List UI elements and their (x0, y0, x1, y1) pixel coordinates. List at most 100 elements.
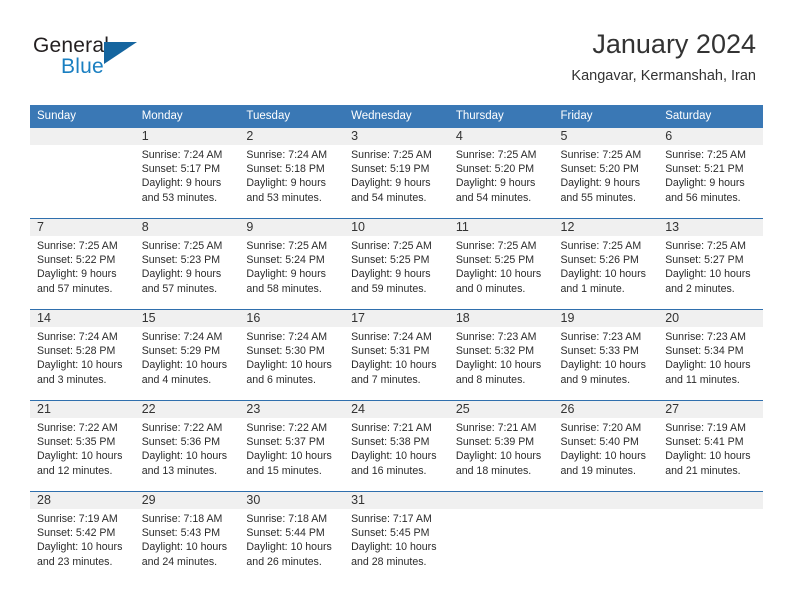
daylight-text-line1: Daylight: 10 hours (351, 541, 437, 554)
calendar-cell[interactable]: 1 Sunrise: 7:24 AM Sunset: 5:17 PM Daylight… (134, 128, 240, 219)
daylight-text-line2: and 21 minutes. (665, 464, 741, 477)
daylight-text-line2: and 59 minutes. (351, 282, 427, 295)
daylight-text-line1: Daylight: 10 hours (665, 268, 751, 281)
daylight-text-line2: and 11 minutes. (665, 373, 740, 386)
sunset-text: Sunset: 5:40 PM (560, 436, 639, 449)
daylight-text-line1: Daylight: 10 hours (560, 268, 646, 281)
calendar-cell[interactable]: 19 Sunrise: 7:23 AM Sunset: 5:33 PM Dayligh… (553, 309, 659, 401)
day-cell: 26 Sunrise: 7:20 AM Sunset: 5:40 PM Dayligh… (553, 401, 659, 491)
sunrise-text: Sunrise: 7:25 AM (665, 149, 746, 161)
day-number: 4 (448, 128, 554, 145)
day-details: Sunrise: 7:22 AM Sunset: 5:37 PM Daylight:… (239, 418, 344, 478)
calendar-cell[interactable]: 8 Sunrise: 7:25 AM Sunset: 5:23 PM Daylight… (134, 218, 240, 310)
calendar-cell[interactable]: 29 Sunrise: 7:18 AM Sunset: 5:43 PM Dayligh… (134, 491, 240, 582)
weekday-header-saturday: Saturday (658, 105, 763, 128)
calendar-cell[interactable]: 26 Sunrise: 7:20 AM Sunset: 5:40 PM Dayligh… (553, 400, 659, 492)
sunrise-text: Sunrise: 7:23 AM (455, 331, 537, 343)
daylight-text-line2: and 2 minutes. (665, 282, 735, 295)
daylight-text-line1: Daylight: 9 hours (246, 268, 326, 281)
calendar-cell[interactable]: 10 Sunrise: 7:25 AM Sunset: 5:25 PM Dayligh… (344, 218, 449, 310)
day-number: 3 (344, 128, 449, 145)
daylight-text-line2: and 53 minutes. (246, 191, 322, 204)
calendar-cell[interactable]: 15 Sunrise: 7:24 AM Sunset: 5:29 PM Dayligh… (134, 309, 240, 401)
day-number: 9 (239, 219, 345, 236)
daylight-text-line1: Daylight: 10 hours (560, 359, 646, 372)
calendar-cell[interactable]: 16 Sunrise: 7:24 AM Sunset: 5:30 PM Dayligh… (239, 309, 345, 401)
calendar-cell[interactable]: 6 Sunrise: 7:25 AM Sunset: 5:21 PM Daylight… (658, 128, 763, 219)
sunrise-text: Sunrise: 7:18 AM (141, 513, 223, 525)
sunset-text: Sunset: 5:20 PM (560, 163, 639, 176)
weekday-header-thursday: Thursday (448, 105, 554, 128)
daylight-text-line2: and 26 minutes. (246, 555, 322, 568)
daylight-text-line2: and 23 minutes. (37, 555, 113, 568)
daylight-text-line2: and 18 minutes. (455, 464, 532, 477)
day-number: 15 (134, 310, 240, 327)
sunrise-text: Sunrise: 7:25 AM (455, 149, 537, 161)
day-cell: 16 Sunrise: 7:24 AM Sunset: 5:30 PM Dayligh… (239, 310, 345, 400)
day-details: Sunrise: 7:25 AM Sunset: 5:20 PM Daylight:… (554, 145, 659, 205)
day-details: Sunrise: 7:19 AM Sunset: 5:42 PM Daylight:… (30, 509, 135, 569)
day-details: Sunrise: 7:25 AM Sunset: 5:24 PM Daylight:… (239, 236, 344, 296)
day-cell: 4 Sunrise: 7:25 AM Sunset: 5:20 PM Daylight… (448, 128, 554, 218)
daylight-text-line2: and 56 minutes. (665, 191, 741, 204)
calendar-cell[interactable]: 12 Sunrise: 7:25 AM Sunset: 5:26 PM Dayligh… (553, 218, 659, 310)
day-details: Sunrise: 7:21 AM Sunset: 5:38 PM Daylight:… (344, 418, 449, 478)
daylight-text-line2: and 57 minutes. (141, 282, 218, 295)
calendar-cell[interactable]: 21 Sunrise: 7:22 AM Sunset: 5:35 PM Dayligh… (30, 400, 135, 492)
calendar-cell[interactable]: 3 Sunrise: 7:25 AM Sunset: 5:19 PM Daylight… (344, 128, 449, 219)
calendar-cell[interactable]: 13 Sunrise: 7:25 AM Sunset: 5:27 PM Dayligh… (658, 218, 763, 310)
day-details: Sunrise: 7:25 AM Sunset: 5:27 PM Daylight:… (658, 236, 763, 296)
sunrise-text: Sunrise: 7:24 AM (246, 149, 328, 161)
calendar-cell[interactable]: 2 Sunrise: 7:24 AM Sunset: 5:18 PM Daylight… (239, 128, 345, 219)
sunrise-text: Sunrise: 7:18 AM (246, 513, 328, 525)
daylight-text-line1: Daylight: 10 hours (246, 450, 332, 463)
calendar-cell[interactable]: 30 Sunrise: 7:18 AM Sunset: 5:44 PM Dayligh… (239, 491, 345, 582)
daylight-text-line1: Daylight: 10 hours (665, 359, 751, 372)
day-cell: 8 Sunrise: 7:25 AM Sunset: 5:23 PM Daylight… (134, 219, 240, 309)
calendar-cell[interactable]: 24 Sunrise: 7:21 AM Sunset: 5:38 PM Dayligh… (344, 400, 449, 492)
day-cell: 13 Sunrise: 7:25 AM Sunset: 5:27 PM Dayligh… (658, 219, 763, 309)
sunrise-text: Sunrise: 7:24 AM (246, 331, 328, 343)
sunset-text: Sunset: 5:18 PM (246, 163, 325, 176)
calendar-cell[interactable]: 5 Sunrise: 7:25 AM Sunset: 5:20 PM Daylight… (553, 128, 659, 219)
calendar-cell[interactable]: 27 Sunrise: 7:19 AM Sunset: 5:41 PM Dayligh… (658, 400, 763, 492)
calendar-cell[interactable]: 14 Sunrise: 7:24 AM Sunset: 5:28 PM Dayligh… (30, 309, 135, 401)
calendar-cell[interactable]: 4 Sunrise: 7:25 AM Sunset: 5:20 PM Daylight… (448, 128, 554, 219)
day-number: 8 (134, 219, 240, 236)
calendar-cell[interactable]: 20 Sunrise: 7:23 AM Sunset: 5:34 PM Dayligh… (658, 309, 763, 401)
day-number: 7 (30, 219, 135, 236)
sunrise-text: Sunrise: 7:19 AM (37, 513, 118, 525)
daylight-text-line1: Daylight: 9 hours (351, 268, 431, 281)
day-cell: 29 Sunrise: 7:18 AM Sunset: 5:43 PM Dayligh… (134, 492, 240, 582)
sunset-text: Sunset: 5:25 PM (351, 254, 430, 267)
sunrise-text: Sunrise: 7:22 AM (246, 422, 328, 434)
calendar-cell[interactable]: 18 Sunrise: 7:23 AM Sunset: 5:32 PM Dayligh… (448, 309, 554, 401)
calendar-cell[interactable]: 28 Sunrise: 7:19 AM Sunset: 5:42 PM Dayligh… (30, 491, 135, 582)
brand-logo[interactable]: General Blue (33, 34, 263, 84)
day-number: 27 (658, 401, 763, 418)
sunrise-text: Sunrise: 7:19 AM (665, 422, 746, 434)
calendar-cell[interactable]: 22 Sunrise: 7:22 AM Sunset: 5:36 PM Dayligh… (134, 400, 240, 492)
calendar-cell[interactable]: 31 Sunrise: 7:17 AM Sunset: 5:45 PM Dayligh… (344, 491, 449, 582)
calendar-cell[interactable]: 7 Sunrise: 7:25 AM Sunset: 5:22 PM Daylight… (30, 218, 135, 310)
day-cell: 25 Sunrise: 7:21 AM Sunset: 5:39 PM Dayligh… (448, 401, 554, 491)
calendar-cell[interactable]: 25 Sunrise: 7:21 AM Sunset: 5:39 PM Dayligh… (448, 400, 554, 492)
calendar-week-row: 21 Sunrise: 7:22 AM Sunset: 5:35 PM Dayligh… (30, 400, 763, 492)
sunset-text: Sunset: 5:33 PM (560, 345, 639, 358)
weekday-header-friday: Friday (553, 105, 659, 128)
calendar-cell[interactable]: 9 Sunrise: 7:25 AM Sunset: 5:24 PM Daylight… (239, 218, 345, 310)
day-cell (553, 492, 659, 582)
day-cell: 31 Sunrise: 7:17 AM Sunset: 5:45 PM Dayligh… (344, 492, 449, 582)
daylight-text-line1: Daylight: 9 hours (141, 268, 222, 281)
weekday-header-wednesday: Wednesday (344, 105, 449, 128)
day-cell: 14 Sunrise: 7:24 AM Sunset: 5:28 PM Dayligh… (30, 310, 135, 400)
calendar-cell[interactable]: 11 Sunrise: 7:25 AM Sunset: 5:25 PM Dayligh… (448, 218, 554, 310)
day-number: 31 (344, 492, 449, 509)
brand-name-blue: Blue (61, 55, 104, 78)
day-number: 19 (553, 310, 659, 327)
sunrise-text: Sunrise: 7:25 AM (37, 240, 118, 252)
calendar-cell[interactable]: 23 Sunrise: 7:22 AM Sunset: 5:37 PM Dayligh… (239, 400, 345, 492)
calendar-cell[interactable]: 17 Sunrise: 7:24 AM Sunset: 5:31 PM Dayligh… (344, 309, 449, 401)
calendar-week-row: 1 Sunrise: 7:24 AM Sunset: 5:17 PM Daylight… (30, 128, 763, 219)
day-details: Sunrise: 7:25 AM Sunset: 5:20 PM Daylight:… (449, 145, 554, 205)
